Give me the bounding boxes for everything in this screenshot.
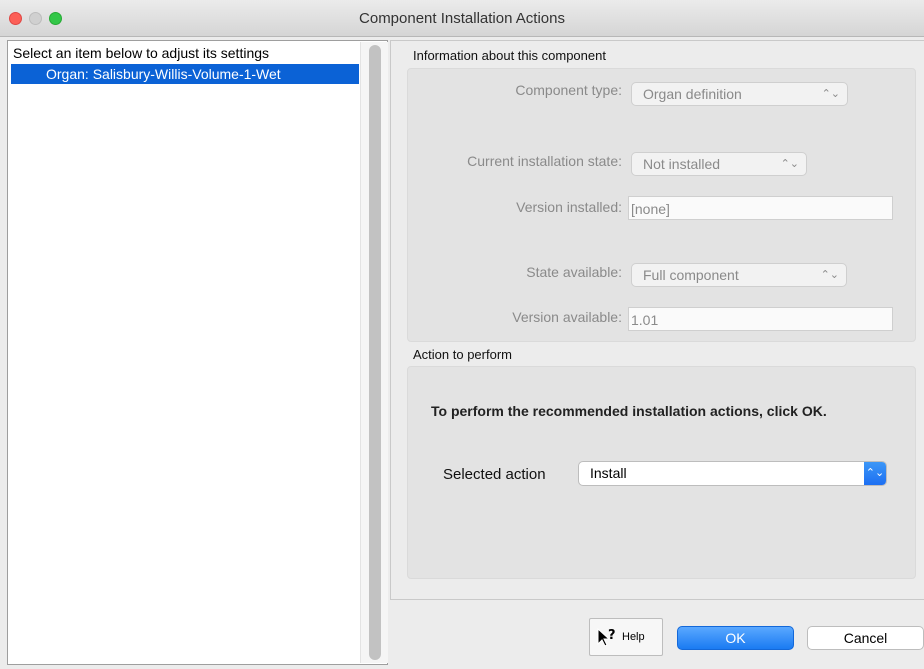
scrollbar-thumb[interactable] [369, 45, 381, 660]
list-item-organ[interactable]: Organ: Salisbury-Willis-Volume-1-Wet [11, 64, 359, 84]
install-state-popup: Not installed ⌃⌄ [631, 152, 807, 176]
component-list[interactable]: Select an item below to adjust its setti… [7, 40, 388, 665]
component-type-popup: Organ definition ⌃⌄ [631, 82, 848, 106]
component-type-label: Component type: [515, 82, 622, 98]
selected-action-label: Selected action [443, 466, 546, 483]
version-available-label: Version available: [512, 309, 622, 325]
dialog-window: Component Installation Actions Select an… [0, 0, 924, 669]
state-available-label: State available: [526, 264, 622, 280]
help-button[interactable]: ? Help [589, 618, 663, 656]
install-state-label: Current installation state: [467, 153, 622, 169]
list-scrollbar[interactable] [360, 42, 388, 663]
instruction-text: To perform the recommended installation … [431, 403, 827, 419]
action-section-title: Action to perform [413, 347, 512, 362]
list-header: Select an item below to adjust its setti… [13, 45, 270, 61]
ok-button[interactable]: OK [677, 626, 794, 650]
info-section-title: Information about this component [413, 48, 606, 63]
version-installed-label: Version installed: [516, 199, 622, 215]
chevron-updown-icon: ⌃⌄ [821, 88, 840, 100]
selected-action-popup[interactable]: Install ⌃⌄ [578, 461, 887, 486]
install-state-value: Not installed [643, 156, 721, 172]
chevron-updown-icon: ⌃⌄ [780, 158, 799, 170]
title-bar[interactable]: Component Installation Actions [0, 0, 924, 37]
selected-action-value: Install [590, 465, 627, 481]
state-available-popup: Full component ⌃⌄ [631, 263, 847, 287]
chevron-updown-icon[interactable]: ⌃⌄ [864, 462, 886, 485]
cancel-button[interactable]: Cancel [807, 626, 924, 650]
help-label: Help [622, 631, 645, 643]
version-installed-field: [none] [628, 196, 893, 220]
version-available-field: 1.01 [628, 307, 893, 331]
component-type-value: Organ definition [643, 86, 742, 102]
window-title: Component Installation Actions [359, 10, 565, 27]
state-available-value: Full component [643, 267, 739, 283]
help-cursor-icon: ? [597, 627, 616, 647]
chevron-updown-icon: ⌃⌄ [820, 269, 839, 281]
svg-text:?: ? [608, 628, 616, 643]
